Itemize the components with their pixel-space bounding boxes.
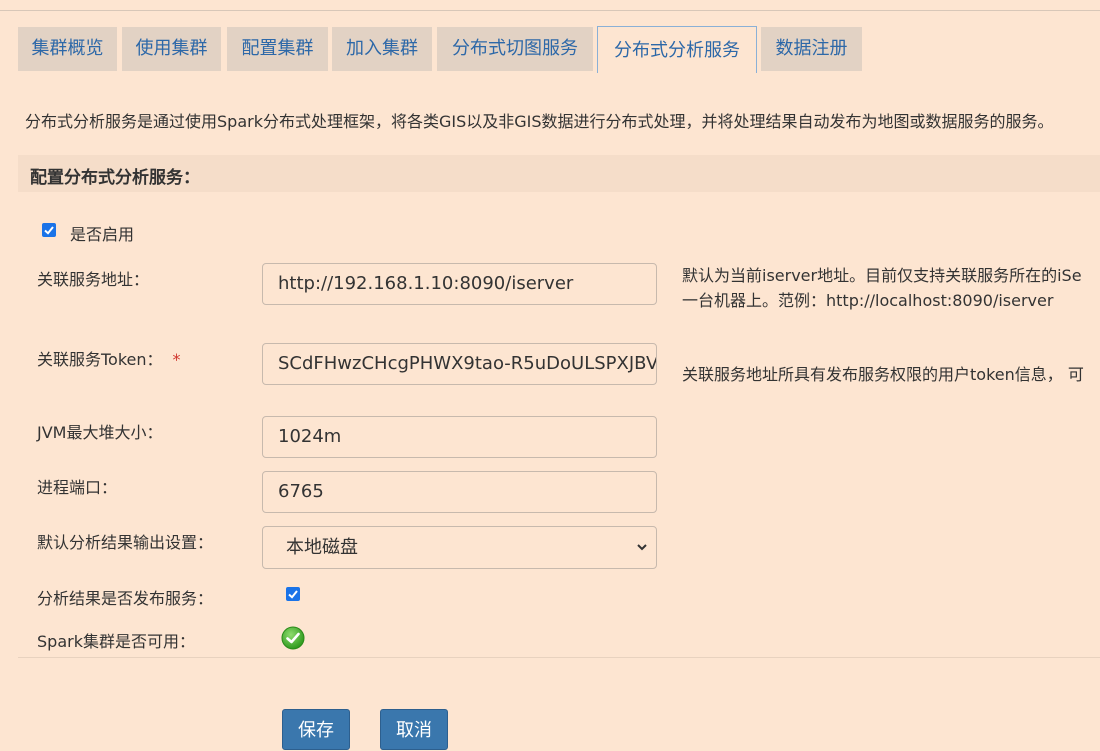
service-url-label: 关联服务地址： [37,270,150,289]
tab-distributed-analysis-service[interactable]: 分布式分析服务 [597,26,757,73]
required-mark: * [172,350,181,369]
token-input[interactable]: SCdFHwzCHcgPHWX9tao-R5uDoULSPXJBV [262,343,657,385]
output-select-value: 本地磁盘 [286,537,358,558]
spark-label: Spark集群是否可用： [37,632,195,651]
jvm-input[interactable]: 1024m [262,416,657,458]
service-url-hint-line2: 一台机器上。范例：http://localhost:8090/iserver [682,291,1054,310]
tab-use-cluster[interactable]: 使用集群 [122,27,221,71]
jvm-label: JVM最大堆大小： [37,423,163,442]
cancel-button[interactable]: 取消 [380,709,448,750]
output-label: 默认分析结果输出设置： [37,533,214,552]
tab-data-registration[interactable]: 数据注册 [761,27,862,71]
tab-cluster-overview[interactable]: 集群概览 [18,27,117,71]
section-title: 配置分布式分析服务： [30,168,200,188]
section-header: 配置分布式分析服务： [18,155,1100,192]
enable-checkbox[interactable] [42,223,56,237]
service-url-hint-line1: 默认为当前iserver地址。目前仅支持关联服务所在的iSe [682,266,1082,285]
enable-label: 是否启用 [70,225,135,244]
check-icon [288,590,298,599]
success-check-icon [281,626,305,650]
tab-distributed-tiling-service[interactable]: 分布式切图服务 [437,27,593,71]
token-label-text: 关联服务Token： [37,350,163,369]
service-url-input[interactable]: http://192.168.1.10:8090/iserver [262,263,657,305]
service-url-hint: 默认为当前iserver地址。目前仅支持关联服务所在的iSe 一台机器上。范例：… [682,263,1082,313]
check-icon [44,226,54,235]
divider [18,657,1100,658]
save-button[interactable]: 保存 [282,709,350,750]
chevron-down-icon [637,544,647,551]
publish-label: 分析结果是否发布服务： [37,589,214,608]
token-label: 关联服务Token： * [37,346,181,370]
token-hint: 关联服务地址所具有发布服务权限的用户token信息， 可 [682,365,1084,384]
service-description: 分布式分析服务是通过使用Spark分布式处理框架，将各类GIS以及非GIS数据进… [25,112,1054,131]
top-strip [0,0,1100,11]
tab-join-cluster[interactable]: 加入集群 [332,27,432,71]
output-select[interactable]: 本地磁盘 [262,526,657,569]
port-label: 进程端口： [37,478,118,497]
publish-checkbox[interactable] [286,587,300,601]
port-input[interactable]: 6765 [262,471,657,513]
tab-configure-cluster[interactable]: 配置集群 [227,27,328,71]
